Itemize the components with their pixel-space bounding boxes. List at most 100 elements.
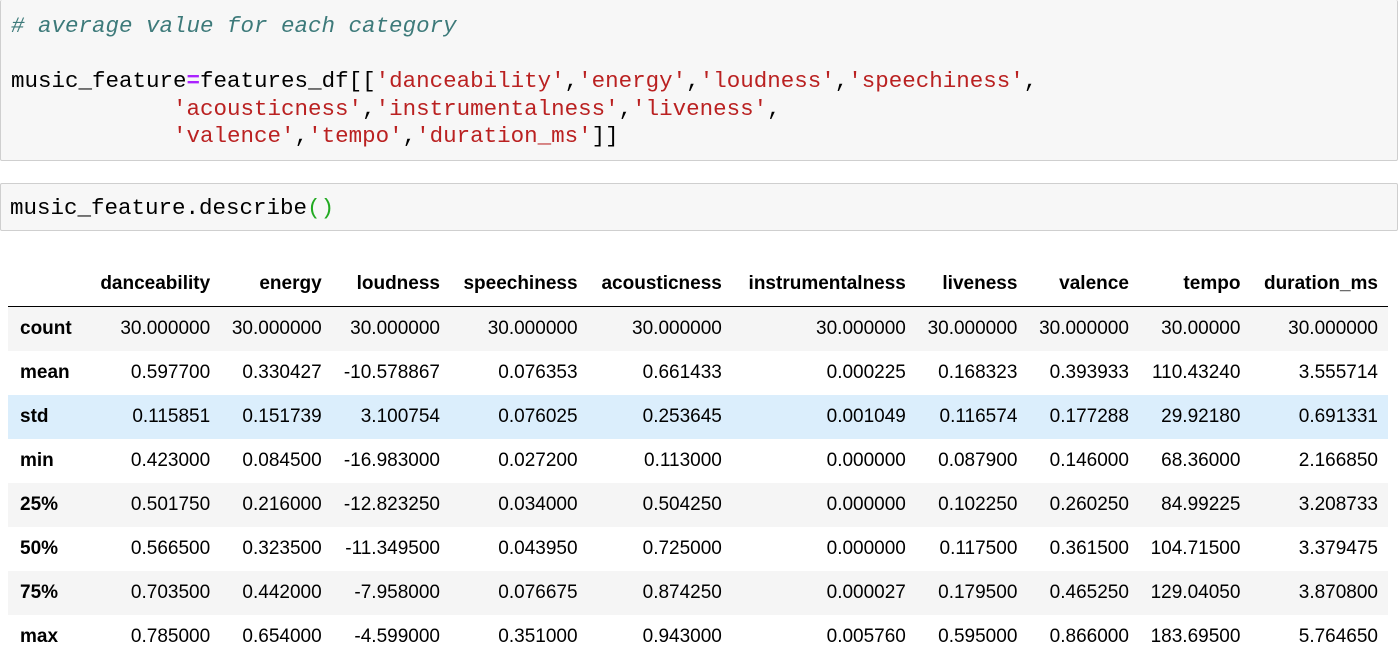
table-cell: 0.113000 — [644, 450, 722, 471]
table-cell: -16.983000 — [343, 450, 440, 471]
row-index-label: std — [20, 406, 49, 427]
index-corner-header — [8, 262, 88, 307]
column-header-energy: energy — [220, 262, 332, 307]
table-cell: 0.442000 — [242, 582, 322, 603]
describe-call: music_feature.describe — [10, 195, 308, 221]
table-cell: 0.177288 — [1049, 406, 1129, 427]
table-cell: 3.379475 — [1298, 538, 1378, 559]
table-cell: 0.465250 — [1049, 582, 1129, 603]
table-cell: 30.000000 — [1288, 318, 1378, 339]
table-cell: 0.874250 — [642, 582, 722, 603]
column-header-duration-ms: duration_ms — [1250, 262, 1388, 307]
table-cell: 183.69500 — [1150, 626, 1241, 647]
table-cell: 0.000000 — [826, 494, 906, 515]
table-cell: 0.151739 — [242, 406, 322, 427]
code-comment: # average value for each category — [11, 13, 457, 39]
table-cell: 0.146000 — [1049, 450, 1129, 471]
table-cell: 30.00000 — [1161, 318, 1241, 339]
row-index-label: mean — [20, 362, 70, 383]
table-cell: -11.349500 — [345, 538, 440, 559]
table-cell: 0.087900 — [938, 450, 1018, 471]
table-cell: 0.260250 — [1049, 494, 1129, 515]
variable-name: music_feature — [11, 68, 187, 94]
column-string: 'speechiness' — [848, 68, 1024, 94]
column-string: 'duration_ms' — [416, 123, 592, 149]
table-cell: 0.566500 — [130, 538, 211, 559]
comma: , — [834, 68, 849, 94]
row-index-label: min — [20, 450, 54, 471]
table-cell: 5.764650 — [1298, 626, 1378, 647]
table-cell: 0.116574 — [939, 406, 1018, 427]
column-string: 'valence' — [173, 123, 295, 149]
assign-operator: = — [186, 68, 201, 94]
column-header-acousticness: acousticness — [587, 262, 732, 307]
table-cell: 3.870800 — [1298, 582, 1378, 603]
table-body: count 30.000000 30.000000 30.000000 30.00000… — [8, 306, 1388, 659]
table-cell: 30.000000 — [927, 318, 1018, 339]
table-cell: 129.04050 — [1150, 582, 1241, 603]
column-string: 'loudness' — [699, 68, 835, 94]
comma: , — [402, 123, 417, 149]
table-row: std 0.115851 0.151739 3.100754 0.076025 0.253… — [8, 395, 1388, 439]
column-string: 'liveness' — [632, 95, 768, 122]
row-index-label: max — [20, 626, 59, 647]
table-cell: 0.703500 — [130, 582, 211, 603]
row-index-label: 75% — [20, 582, 59, 603]
call-parens: () — [307, 195, 335, 221]
comma: , — [686, 68, 700, 94]
code-editor-describe[interactable]: music_feature.describe() — [10, 195, 334, 223]
column-string: 'tempo' — [308, 123, 403, 149]
table-row: mean 0.597700 0.330427 -10.578867 0.076353 0.… — [8, 351, 1388, 395]
comma: , — [618, 95, 633, 122]
open-brackets: [[ — [348, 68, 376, 94]
close-brackets: ]] — [591, 123, 619, 149]
table-row: 50% 0.566500 0.323500 -11.349500 0.043950 0.7… — [8, 527, 1388, 571]
table-cell: 0.076675 — [498, 582, 578, 603]
table-cell: 84.99225 — [1161, 494, 1241, 515]
table-cell: 0.001049 — [826, 406, 906, 427]
column-header-speechiness: speechiness — [449, 262, 588, 307]
column-header-liveness: liveness — [915, 262, 1028, 307]
comma: , — [362, 95, 376, 122]
table-row: 75% 0.703500 0.442000 -7.958000 0.076675 0.87… — [8, 571, 1388, 615]
table-cell: 0.866000 — [1049, 626, 1129, 647]
table-cell: 110.43240 — [1152, 362, 1241, 383]
table-cell: 0.117500 — [939, 538, 1018, 559]
table-cell: 3.100754 — [360, 406, 440, 427]
code-cell-select-features[interactable]: # average value for each category music_… — [0, 0, 1398, 161]
row-index-label: count — [20, 318, 72, 339]
table-cell: 0.000000 — [826, 450, 906, 471]
table-cell: 0.084500 — [242, 450, 322, 471]
table-cell: 30.000000 — [816, 318, 906, 339]
column-header-instrumentalness: instrumentalness — [731, 262, 916, 307]
table-cell: 0.330427 — [242, 362, 322, 383]
table-cell: 0.005760 — [826, 626, 906, 647]
table-cell: 68.36000 — [1161, 450, 1241, 471]
table-cell: 0.323500 — [242, 538, 322, 559]
table-cell: 0.351000 — [498, 626, 578, 647]
dataframe-name: features_df — [200, 68, 349, 94]
table-cell: 3.208733 — [1298, 494, 1378, 515]
table-cell: 30.000000 — [231, 318, 322, 339]
table-cell: 3.555714 — [1298, 362, 1378, 383]
table-cell: 0.943000 — [642, 626, 722, 647]
table-cell: -7.958000 — [354, 582, 440, 603]
table-cell: 0.393933 — [1049, 362, 1129, 383]
table-cell: 30.000000 — [487, 318, 578, 339]
code-editor[interactable]: # average value for each category music_… — [11, 13, 1037, 151]
table-cell: 0.597700 — [130, 362, 211, 383]
table-cell: 0.034000 — [498, 494, 578, 515]
table-cell: 0.654000 — [242, 626, 322, 647]
column-string: 'danceability' — [375, 68, 565, 94]
column-header-loudness: loudness — [331, 262, 450, 307]
describe-output-table: danceability energy loudness speechiness aco… — [8, 262, 1388, 659]
table-cell: 2.166850 — [1298, 450, 1378, 471]
table-cell: 104.71500 — [1150, 538, 1241, 559]
table-cell: 0.725000 — [642, 538, 722, 559]
table-cell: 0.102250 — [938, 494, 1018, 515]
table-row: max 0.785000 0.654000 -4.599000 0.351000 0.94… — [8, 615, 1388, 659]
table-row: min 0.423000 0.084500 -16.983000 0.027200 0.1… — [8, 439, 1388, 483]
comma: , — [767, 95, 781, 122]
column-header-valence: valence — [1027, 262, 1139, 307]
table-row: count 30.000000 30.000000 30.000000 30.00000… — [8, 306, 1388, 351]
